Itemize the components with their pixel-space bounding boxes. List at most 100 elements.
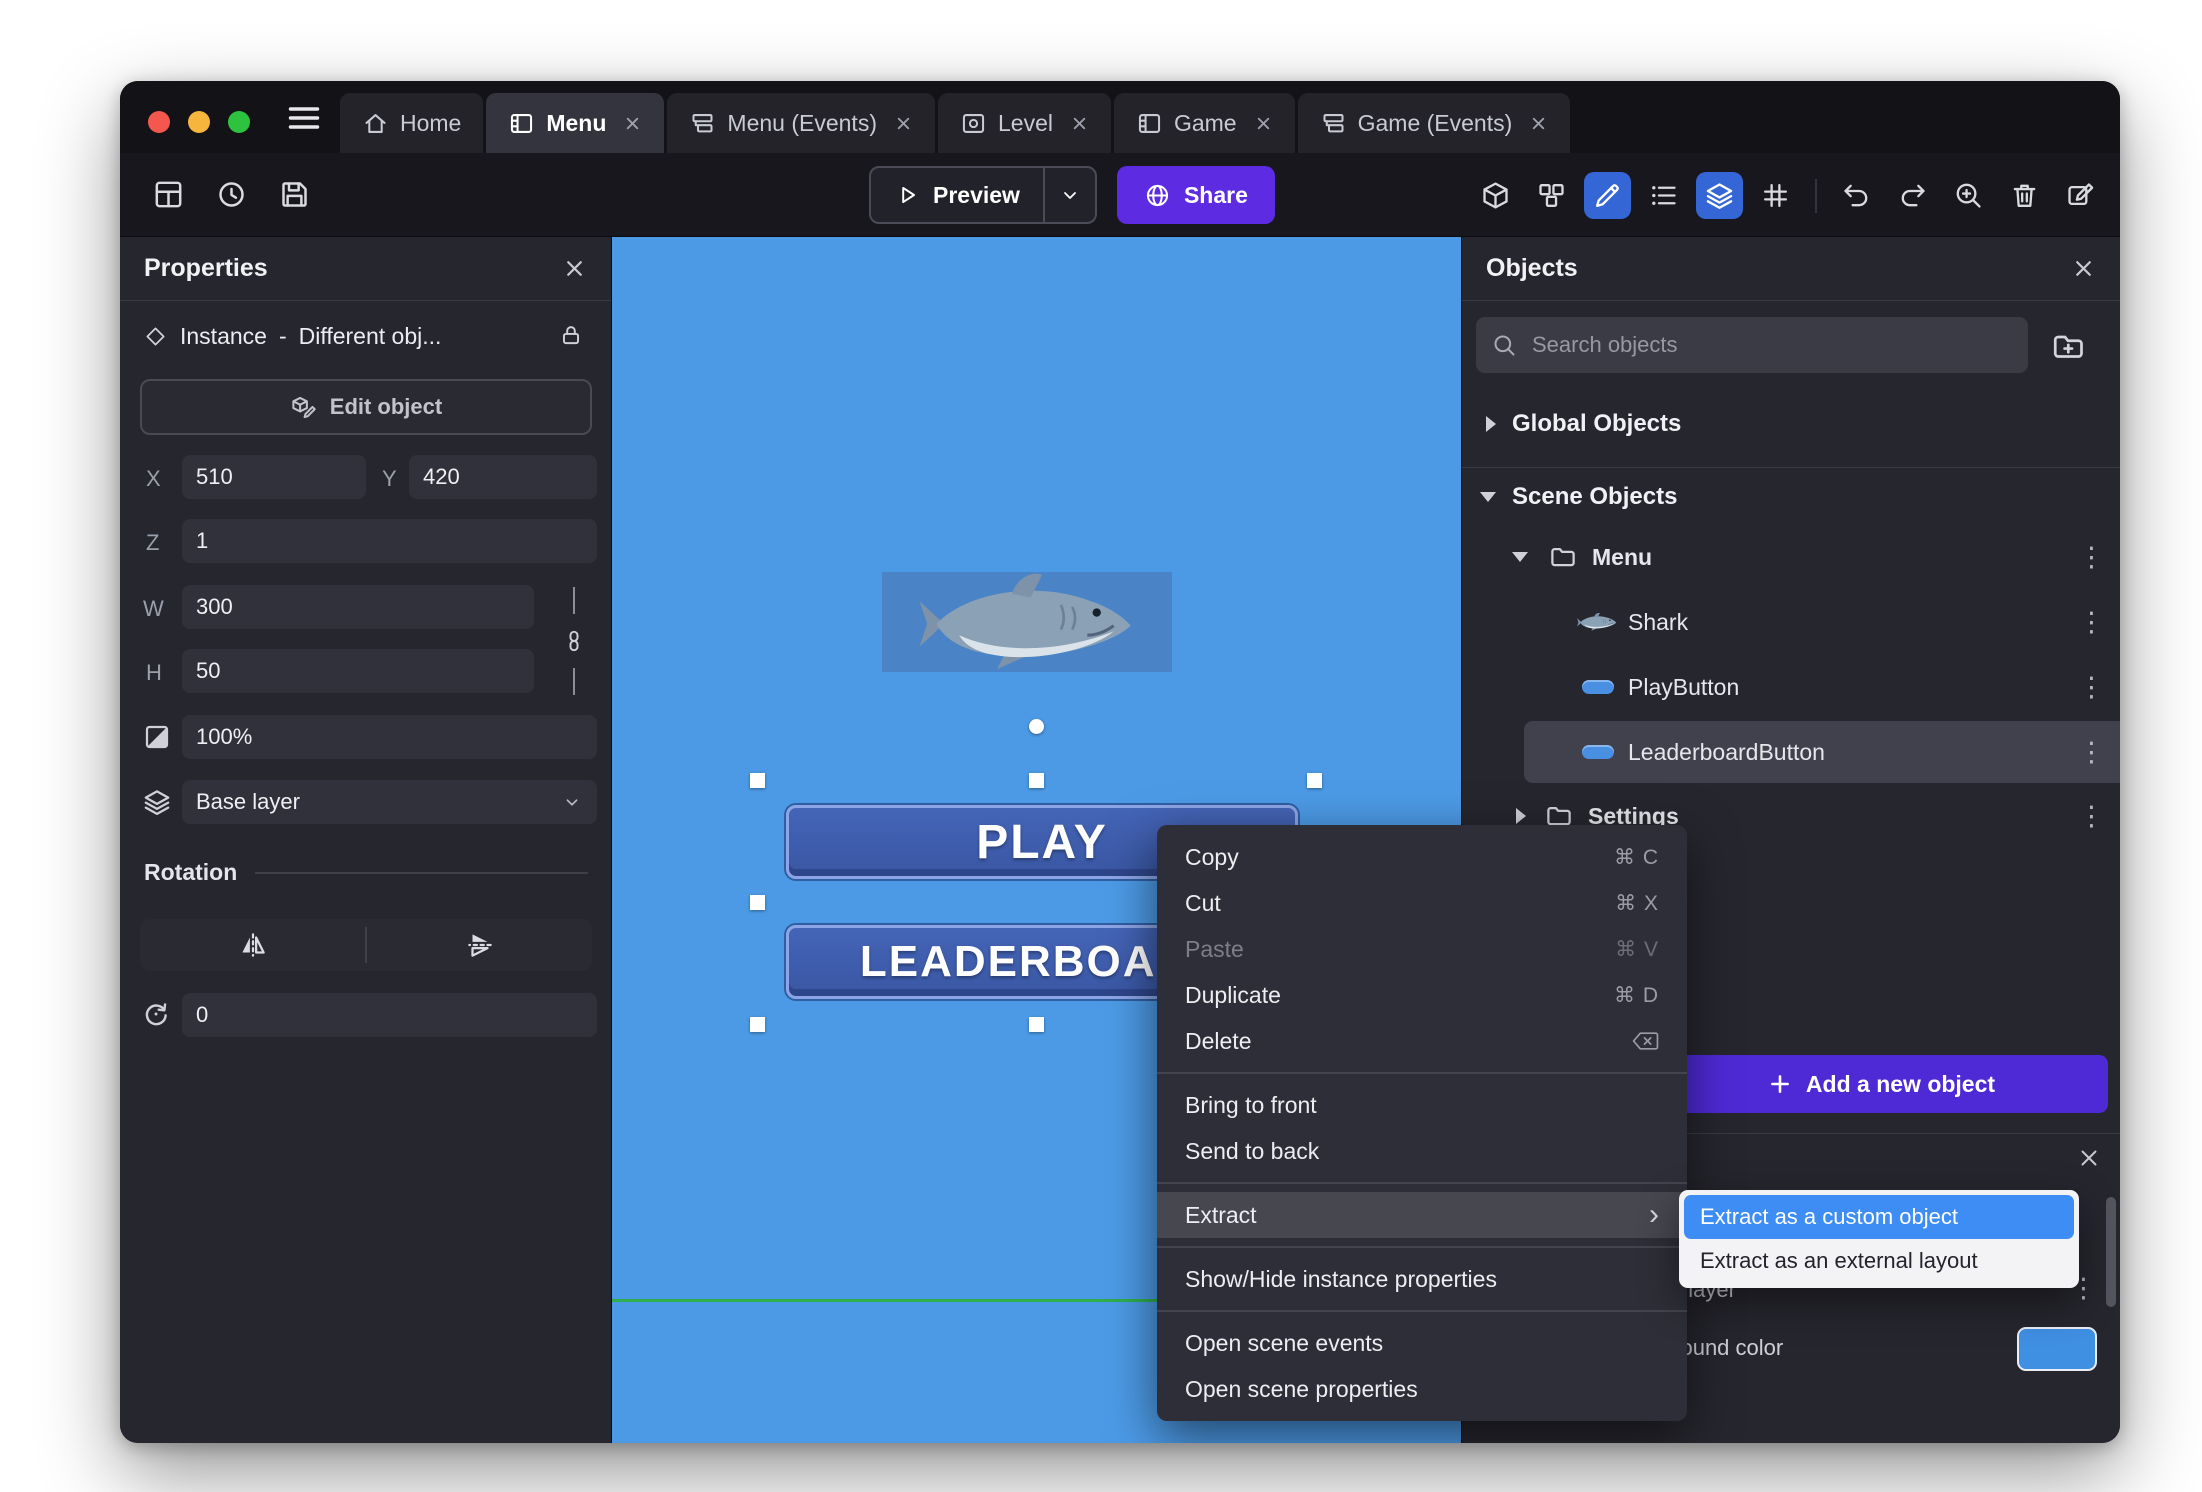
undo-button[interactable]: [1833, 172, 1880, 219]
tab-close-icon[interactable]: [1254, 114, 1273, 133]
menu-item-show-hide-instance-properties[interactable]: Show/Hide instance properties: [1157, 1256, 1687, 1302]
scene-objects-row[interactable]: Scene Objects: [1462, 471, 2120, 523]
redo-button[interactable]: [1889, 172, 1936, 219]
shark-sprite[interactable]: [882, 572, 1172, 672]
resize-handle-top-left[interactable]: [750, 773, 765, 788]
layers-toggle-button[interactable]: [1696, 172, 1743, 219]
save-icon[interactable]: [278, 178, 311, 211]
global-objects-row[interactable]: Global Objects: [1462, 395, 2120, 453]
kebab-menu-icon[interactable]: ⋮: [2078, 802, 2105, 830]
tab-game-events[interactable]: Game (Events): [1297, 93, 1571, 153]
kebab-menu-icon[interactable]: ⋮: [2078, 543, 2105, 571]
resize-handle-bottom-left[interactable]: [750, 1017, 765, 1032]
folder-row-menu[interactable]: Menu ⋮: [1462, 527, 2120, 587]
menu-item-duplicate[interactable]: Duplicate ⌘ D: [1157, 972, 1687, 1018]
caret-right-icon[interactable]: [1516, 808, 1526, 824]
add-new-object-button[interactable]: Add a new object: [1654, 1055, 2108, 1113]
add-folder-icon[interactable]: [2050, 328, 2086, 364]
history-icon[interactable]: [215, 178, 248, 211]
submenu-item-extract-custom-object[interactable]: Extract as a custom object: [1684, 1195, 2074, 1239]
x-input[interactable]: [182, 455, 366, 499]
menu-item-paste: Paste ⌘ V: [1157, 926, 1687, 972]
tab-menu[interactable]: Menu: [486, 93, 665, 153]
menu-item-open-scene-events[interactable]: Open scene events: [1157, 1320, 1687, 1366]
tab-label: Menu (Events): [727, 109, 877, 136]
properties-header: Properties: [120, 237, 611, 301]
background-color-swatch[interactable]: [2017, 1327, 2097, 1371]
menu-divider: [1157, 1072, 1687, 1074]
submenu-item-label: Extract as a custom object: [1700, 1204, 1958, 1229]
resize-handle-bottom-center[interactable]: [1029, 1017, 1044, 1032]
tab-close-icon[interactable]: [1070, 114, 1089, 133]
close-window-button[interactable]: [148, 111, 170, 133]
caret-down-icon[interactable]: [1480, 492, 1496, 502]
y-input[interactable]: [409, 455, 597, 499]
menu-item-delete[interactable]: Delete: [1157, 1018, 1687, 1064]
main-menu-icon[interactable]: [286, 100, 322, 136]
search-input[interactable]: [1476, 317, 2028, 373]
submenu-item-extract-external-layout[interactable]: Extract as an external layout: [1684, 1239, 2074, 1283]
close-icon[interactable]: [2071, 256, 2096, 281]
grid-toggle-button[interactable]: [1752, 172, 1799, 219]
edit-object-button[interactable]: Edit object: [140, 379, 592, 435]
flip-horizontal-button[interactable]: [140, 919, 365, 971]
tab-close-icon[interactable]: [894, 114, 913, 133]
delete-button[interactable]: [2001, 172, 2048, 219]
kebab-menu-icon[interactable]: ⋮: [2078, 673, 2105, 701]
tab-level[interactable]: Level: [937, 93, 1111, 153]
maximize-window-button[interactable]: [228, 111, 250, 133]
properties-toggle-button[interactable]: [1584, 172, 1631, 219]
layer-select[interactable]: Base layer: [182, 780, 597, 824]
share-button[interactable]: Share: [1116, 166, 1275, 224]
tab-game[interactable]: Game: [1113, 93, 1295, 153]
toggle-3d-button[interactable]: [1472, 172, 1519, 219]
opacity-input[interactable]: [182, 715, 597, 759]
rotation-input[interactable]: [182, 993, 597, 1037]
tab-close-icon[interactable]: [1529, 114, 1548, 133]
rotation-section: Rotation: [144, 859, 588, 886]
rotate-handle[interactable]: [1029, 719, 1044, 734]
project-manager-icon[interactable]: [152, 178, 185, 211]
menu-item-cut[interactable]: Cut ⌘ X: [1157, 880, 1687, 926]
object-row-playbutton[interactable]: PlayButton ⋮: [1462, 657, 2120, 717]
close-icon[interactable]: [562, 256, 587, 281]
z-input[interactable]: [182, 519, 597, 563]
menu-item-bring-to-front[interactable]: Bring to front: [1157, 1082, 1687, 1128]
preview-button[interactable]: Preview: [871, 182, 1043, 209]
toolbar-center: Preview Share: [869, 166, 1275, 224]
flip-vertical-button[interactable]: [367, 919, 592, 971]
menu-item-open-scene-properties[interactable]: Open scene properties: [1157, 1366, 1687, 1412]
titlebar: Home Menu Menu (Events) Level Game Game …: [120, 81, 2120, 153]
menu-item-extract[interactable]: Extract ›: [1157, 1192, 1687, 1238]
kebab-menu-icon[interactable]: ⋮: [2078, 738, 2105, 766]
pencil-icon: [1592, 180, 1623, 211]
height-input[interactable]: [182, 649, 534, 693]
close-icon[interactable]: [2076, 1145, 2102, 1171]
edit-scene-button[interactable]: [2057, 172, 2104, 219]
lock-icon[interactable]: [558, 322, 584, 348]
share-label: Share: [1183, 181, 1248, 208]
home-icon: [362, 110, 389, 137]
object-row-shark[interactable]: Shark ⋮: [1462, 592, 2120, 652]
object-row-leaderboardbutton[interactable]: LeaderboardButton ⋮: [1462, 721, 2120, 783]
caret-down-icon[interactable]: [1512, 552, 1528, 562]
scrollbar-thumb[interactable]: [2106, 1197, 2116, 1307]
caret-right-icon[interactable]: [1486, 416, 1496, 432]
wh-link-toggle[interactable]: [560, 587, 588, 695]
instances-list-button[interactable]: [1640, 172, 1687, 219]
width-input[interactable]: [182, 585, 534, 629]
resize-handle-top-right[interactable]: [1307, 773, 1322, 788]
resize-handle-middle-left[interactable]: [750, 895, 765, 910]
tab-home[interactable]: Home: [340, 93, 484, 153]
kebab-menu-icon[interactable]: ⋮: [2078, 608, 2105, 636]
events-icon: [689, 110, 716, 137]
menu-item-send-to-back[interactable]: Send to back: [1157, 1128, 1687, 1174]
resize-handle-top-center[interactable]: [1029, 773, 1044, 788]
minimize-window-button[interactable]: [188, 111, 210, 133]
objects-list-button[interactable]: [1528, 172, 1575, 219]
zoom-button[interactable]: [1945, 172, 1992, 219]
tab-menu-events[interactable]: Menu (Events): [667, 93, 935, 153]
menu-item-copy[interactable]: Copy ⌘ C: [1157, 834, 1687, 880]
preview-options-button[interactable]: [1045, 183, 1095, 207]
tab-close-icon[interactable]: [623, 114, 642, 133]
